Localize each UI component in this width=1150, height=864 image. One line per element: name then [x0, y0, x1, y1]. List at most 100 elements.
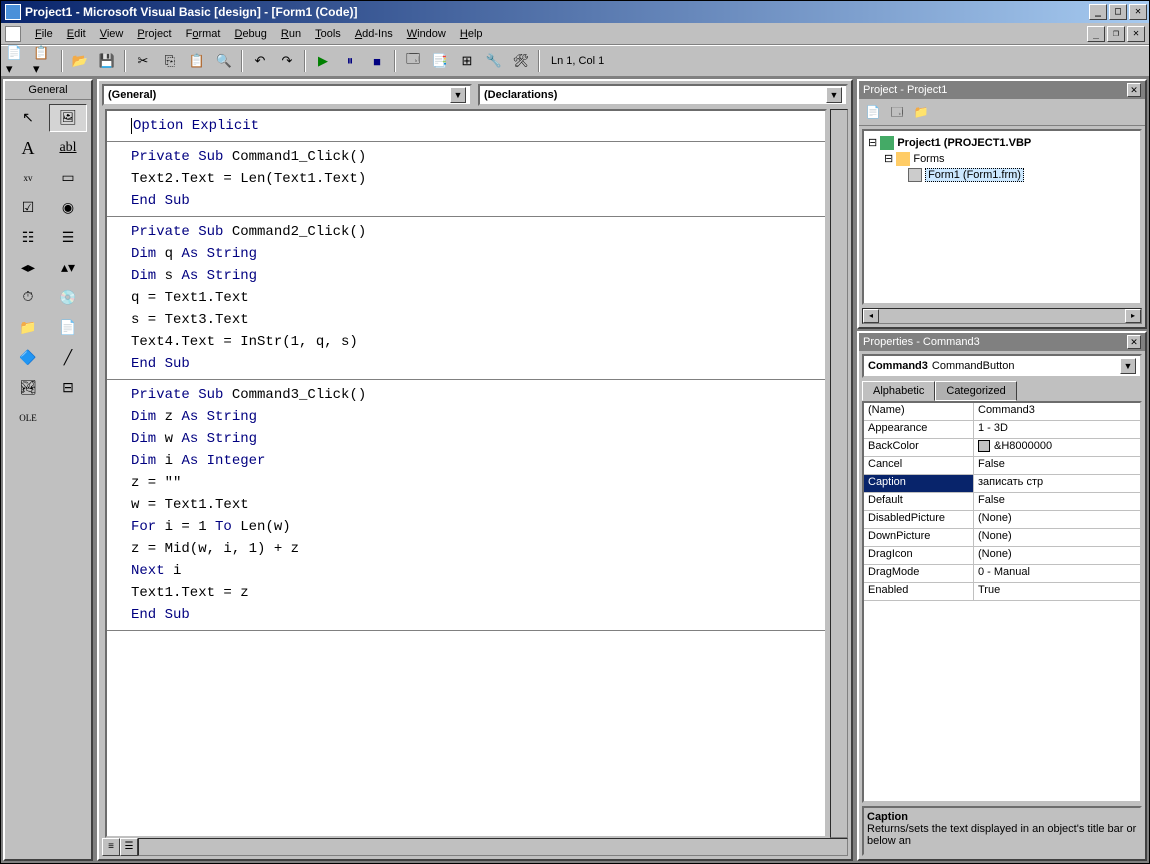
property-row[interactable]: BackColor&H8000000 — [864, 439, 1140, 457]
mdi-icon — [5, 26, 21, 42]
checkbox-tool[interactable]: ☑ — [9, 194, 47, 222]
hscrollbar-tool[interactable]: ◂▸ — [9, 254, 47, 282]
properties-pane-title: Properties - Command3 ✕ — [859, 333, 1145, 351]
maximize-button[interactable]: □ — [1109, 4, 1127, 20]
close-button[interactable]: ✕ — [1129, 4, 1147, 20]
filelistbox-tool[interactable]: 📄 — [49, 314, 87, 342]
property-row[interactable]: Captionзаписать стр — [864, 475, 1140, 493]
menu-project[interactable]: Project — [131, 26, 177, 42]
start-button[interactable]: ▶ — [311, 49, 335, 73]
textbox-tool[interactable]: abl — [49, 134, 87, 162]
commandbutton-tool[interactable]: ▭ — [49, 164, 87, 192]
property-row[interactable]: DragIcon(None) — [864, 547, 1140, 565]
property-row[interactable]: DefaultFalse — [864, 493, 1140, 511]
shape-tool[interactable]: 🔷 — [9, 344, 47, 372]
project-hscrollbar[interactable]: ◂▸ — [862, 308, 1142, 324]
property-row[interactable]: Appearance1 - 3D — [864, 421, 1140, 439]
combobox-tool[interactable]: ☷ — [9, 224, 47, 252]
end-button[interactable]: ■ — [365, 49, 389, 73]
object-dropdown[interactable]: (General)▼ — [102, 84, 472, 106]
menu-edit[interactable]: Edit — [61, 26, 92, 42]
property-row[interactable]: (Name)Command3 — [864, 403, 1140, 421]
open-button[interactable]: 📂 — [68, 49, 92, 73]
break-button[interactable]: ⏸ — [338, 49, 362, 73]
view-object-button[interactable]: 🗔 — [886, 102, 908, 122]
optionbutton-tool[interactable]: ◉ — [49, 194, 87, 222]
add-project-button[interactable]: 📄▾ — [5, 49, 29, 73]
project-explorer-pane: Project - Project1 ✕ 📄 🗔 📁 ⊟ Project1 (P… — [857, 79, 1147, 329]
full-view-button[interactable]: ☰ — [120, 838, 138, 856]
drivelistbox-tool[interactable]: 💿 — [49, 284, 87, 312]
timer-tool[interactable]: ⏱ — [9, 284, 47, 312]
image-tool[interactable]: 🏞 — [9, 374, 47, 402]
find-button[interactable]: 🔍 — [212, 49, 236, 73]
menu-run[interactable]: Run — [275, 26, 307, 42]
menu-tools[interactable]: Tools — [309, 26, 347, 42]
minimize-button[interactable]: _ — [1089, 4, 1107, 20]
properties-button[interactable]: 📑 — [428, 49, 452, 73]
view-code-button[interactable]: 📄 — [862, 102, 884, 122]
mdi-close-button[interactable]: ✕ — [1127, 26, 1145, 42]
code-hscrollbar[interactable] — [138, 838, 848, 856]
tree-item-form1[interactable]: Form1 (Form1.frm) — [925, 168, 1024, 182]
line-tool[interactable]: ╱ — [49, 344, 87, 372]
properties-pane-close-button[interactable]: ✕ — [1127, 335, 1141, 349]
window-title: Project1 - Microsoft Visual Basic [desig… — [25, 5, 1089, 19]
menu-debug[interactable]: Debug — [228, 26, 272, 42]
code-vscrollbar[interactable] — [830, 109, 848, 838]
label-tool[interactable]: A — [9, 134, 47, 162]
proc-view-button[interactable]: ≡ — [102, 838, 120, 856]
add-form-button[interactable]: 📋▾ — [32, 49, 56, 73]
tab-alphabetic[interactable]: Alphabetic — [862, 381, 935, 401]
property-row[interactable]: DragMode0 - Manual — [864, 565, 1140, 583]
code-editor[interactable]: Option ExplicitPrivate Sub Command1_Clic… — [105, 109, 827, 838]
toolbox-button[interactable]: 🛠 — [509, 49, 533, 73]
property-row[interactable]: EnabledTrue — [864, 583, 1140, 601]
frame-tool[interactable]: xv — [9, 164, 47, 192]
object-selector[interactable]: Command3 CommandButton ▼ — [862, 354, 1142, 378]
folder-icon — [896, 152, 910, 166]
toolbox-pane: General ↖ 🖼 A abl xv ▭ ☑ ◉ ☷ ☰ ◂▸ ▴▾ ⏱ 💿… — [3, 79, 93, 861]
mdi-minimize-button[interactable]: _ — [1087, 26, 1105, 42]
redo-button[interactable]: ↷ — [275, 49, 299, 73]
procedure-dropdown[interactable]: (Declarations)▼ — [478, 84, 848, 106]
project-icon — [880, 136, 894, 150]
cut-button[interactable]: ✂ — [131, 49, 155, 73]
copy-button[interactable]: ⎘ — [158, 49, 182, 73]
project-explorer-button[interactable]: 🗔 — [401, 49, 425, 73]
save-button[interactable]: 💾 — [95, 49, 119, 73]
form-layout-button[interactable]: ⊞ — [455, 49, 479, 73]
toolbox-tab[interactable]: General — [5, 81, 91, 100]
object-browser-button[interactable]: 🔧 — [482, 49, 506, 73]
vscrollbar-tool[interactable]: ▴▾ — [49, 254, 87, 282]
menu-file[interactable]: File — [29, 26, 59, 42]
toggle-folders-button[interactable]: 📁 — [910, 102, 932, 122]
paste-button[interactable]: 📋 — [185, 49, 209, 73]
data-tool[interactable]: ⊟ — [49, 374, 87, 402]
properties-grid[interactable]: (Name)Command3Appearance1 - 3DBackColor&… — [862, 401, 1142, 803]
menu-window[interactable]: Window — [401, 26, 452, 42]
property-row[interactable]: DisabledPicture(None) — [864, 511, 1140, 529]
workspace: General ↖ 🖼 A abl xv ▭ ☑ ◉ ☷ ☰ ◂▸ ▴▾ ⏱ 💿… — [1, 77, 1149, 863]
menu-format[interactable]: Format — [180, 26, 227, 42]
project-pane-close-button[interactable]: ✕ — [1127, 83, 1141, 97]
menu-view[interactable]: View — [94, 26, 130, 42]
project-tree[interactable]: ⊟ Project1 (PROJECT1.VBP ⊟ Forms Form1 (… — [862, 129, 1142, 305]
property-row[interactable]: CancelFalse — [864, 457, 1140, 475]
menubar: File Edit View Project Format Debug Run … — [1, 23, 1149, 45]
dirlistbox-tool[interactable]: 📁 — [9, 314, 47, 342]
undo-button[interactable]: ↶ — [248, 49, 272, 73]
mdi-restore-button[interactable]: ❐ — [1107, 26, 1125, 42]
ole-tool[interactable]: OLE — [9, 404, 47, 432]
properties-pane: Properties - Command3 ✕ Command3 Command… — [857, 331, 1147, 861]
chevron-down-icon: ▼ — [450, 87, 466, 103]
pointer-tool[interactable]: ↖ — [9, 104, 47, 132]
project-pane-title: Project - Project1 ✕ — [859, 81, 1145, 99]
menu-help[interactable]: Help — [454, 26, 489, 42]
menu-addins[interactable]: Add-Ins — [349, 26, 399, 42]
tab-categorized[interactable]: Categorized — [935, 381, 1016, 401]
listbox-tool[interactable]: ☰ — [49, 224, 87, 252]
picturebox-tool[interactable]: 🖼 — [49, 104, 87, 132]
app-window: Project1 - Microsoft Visual Basic [desig… — [0, 0, 1150, 864]
property-row[interactable]: DownPicture(None) — [864, 529, 1140, 547]
